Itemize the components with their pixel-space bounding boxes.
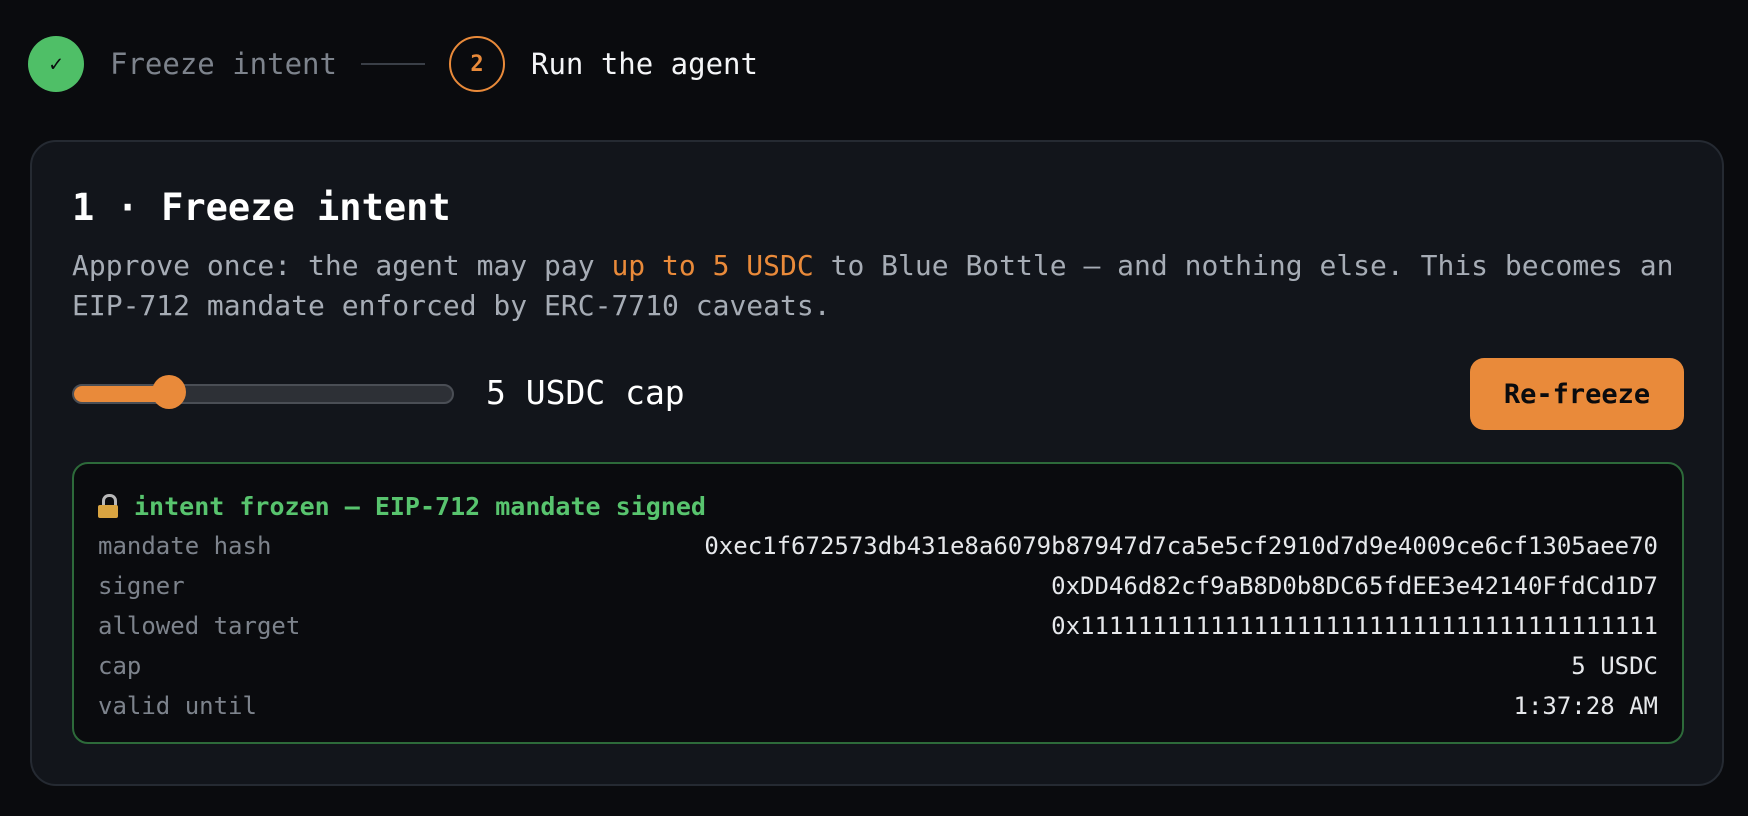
stepper: ✓ Freeze intent 2 Run the agent (28, 36, 758, 92)
refreeze-button[interactable]: Re-freeze (1470, 358, 1684, 430)
step-1-label[interactable]: Freeze intent (110, 47, 337, 81)
mandate-row-target: allowed target 0x11111111111111111111111… (98, 606, 1658, 646)
mandate-header-text: intent frozen — EIP-712 mandate signed (134, 491, 706, 521)
signer-key: signer (98, 572, 185, 600)
allowed-target-value: 0x11111111111111111111111111111111111111… (1051, 612, 1658, 640)
mandate-row-valid-until: valid until 1:37:28 AM (98, 686, 1658, 726)
freeze-intent-card: 1 · Freeze intent Approve once: the agen… (30, 140, 1724, 786)
lock-icon (98, 494, 118, 518)
mandate-hash-value: 0xec1f672573db431e8a6079b87947d7ca5e5cf2… (704, 532, 1658, 560)
step-2-label[interactable]: Run the agent (531, 47, 758, 81)
valid-until-value: 1:37:28 AM (1513, 692, 1659, 720)
cap-slider-thumb[interactable] (151, 375, 186, 409)
mandate-hash-key: mandate hash (98, 532, 272, 560)
step-connector (360, 63, 425, 65)
desc-cap-highlight: up to 5 USDC (611, 249, 814, 282)
card-title: 1 · Freeze intent (72, 186, 451, 229)
cap-slider-row: 5 USDC cap Re-freeze (72, 358, 1684, 430)
step-2-number[interactable]: 2 (448, 36, 505, 92)
mandate-header: intent frozen — EIP-712 mandate signed (98, 490, 1658, 522)
signer-value: 0xDD46d82cf9aB8D0b8DC65fdEE3e42140FfdCd1… (1051, 572, 1658, 600)
mandate-row-hash: mandate hash 0xec1f672573db431e8a6079b87… (98, 526, 1658, 566)
card-description: Approve once: the agent may pay up to 5 … (72, 246, 1692, 326)
cap-value: 5 USDC (1571, 652, 1658, 680)
cap-slider[interactable] (72, 375, 454, 409)
cap-key: cap (98, 652, 142, 680)
cap-value-label: 5 USDC cap (486, 373, 685, 412)
mandate-summary: intent frozen — EIP-712 mandate signed m… (72, 462, 1684, 744)
allowed-target-key: allowed target (98, 612, 301, 640)
step-1-check-icon[interactable]: ✓ (28, 36, 84, 92)
mandate-row-signer: signer 0xDD46d82cf9aB8D0b8DC65fdEE3e4214… (98, 566, 1658, 606)
valid-until-key: valid until (98, 692, 257, 720)
mandate-row-cap: cap 5 USDC (98, 646, 1658, 686)
desc-text-start: Approve once: the agent may pay (72, 249, 612, 282)
